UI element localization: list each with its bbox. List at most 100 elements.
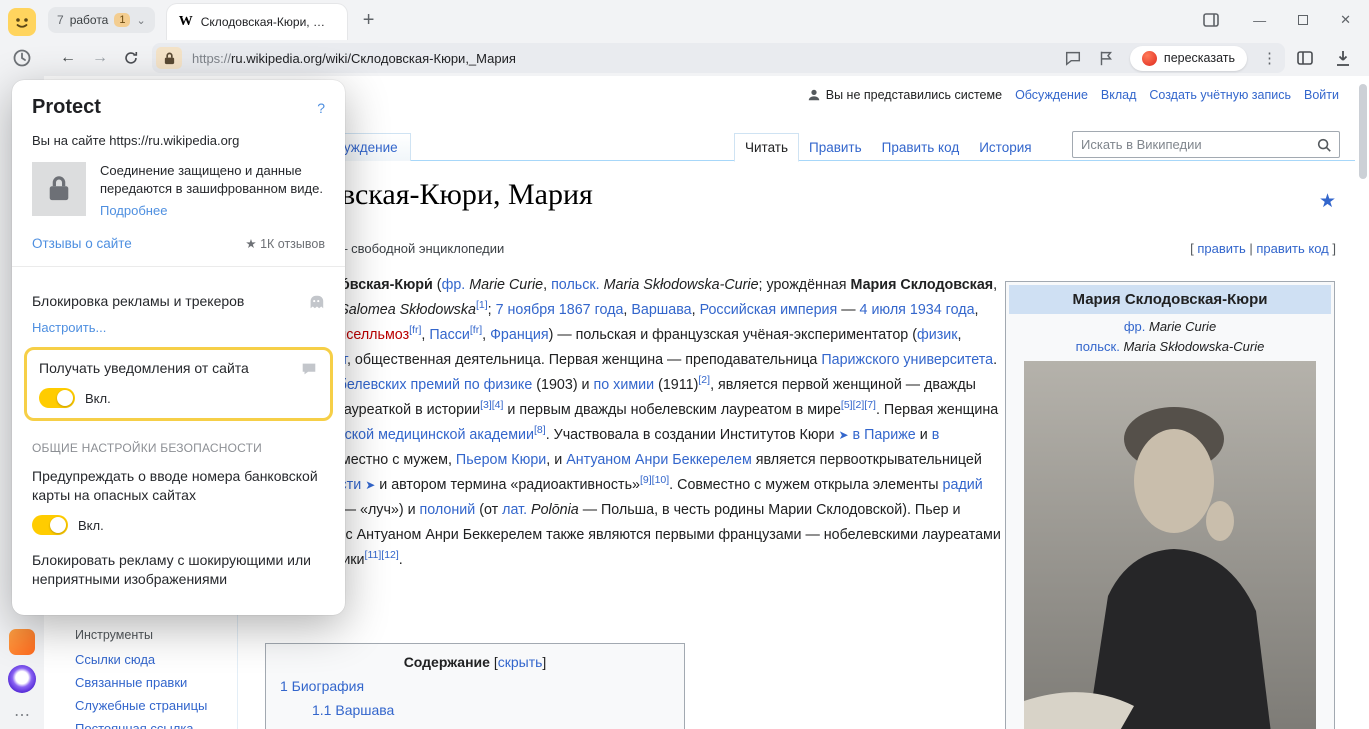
bank-warning-toggle[interactable]	[32, 515, 68, 535]
infobox-name-french: фр. Marie Curie	[1009, 319, 1331, 334]
chevron-down-icon: ⌄	[136, 14, 145, 27]
clock-icon	[12, 48, 32, 68]
tools-header: Инструменты	[75, 628, 207, 642]
user-status-label: Вы не представились системе	[826, 88, 1002, 102]
personal-link-create-account[interactable]: Создать учётную запись	[1149, 88, 1291, 102]
downloads-icon[interactable]	[1333, 48, 1353, 68]
avatar-smiley-icon	[8, 8, 36, 36]
table-of-contents: Содержание [скрыть] 1 Биография 1.1 Варш…	[265, 643, 685, 729]
protect-site-line: Вы на сайте https://ru.wikipedia.org	[32, 133, 325, 148]
notifications-toggle[interactable]	[39, 388, 75, 408]
infobox-title: Мария Склодовская-Кюри	[1009, 285, 1331, 314]
connection-lock-box	[32, 162, 86, 216]
wiki-search-input[interactable]	[1081, 137, 1316, 152]
side-panel-icon[interactable]	[1201, 10, 1221, 30]
protect-lock-button[interactable]	[156, 47, 182, 69]
user-status: Вы не представились системе	[807, 88, 1002, 102]
tab-group[interactable]: 7 работа 1 ⌄	[48, 7, 155, 33]
toc-item-biography[interactable]: 1 Биография	[280, 678, 684, 694]
lead-paragraph: Мари́я Склодо́вская-Кюри́ (фр. Marie Cur…	[247, 273, 1001, 573]
tab-edit[interactable]: Править	[799, 134, 872, 161]
divider	[12, 266, 345, 267]
toc-hide-link[interactable]: [скрыть]	[494, 654, 546, 670]
scrollbar-thumb[interactable]	[1359, 84, 1367, 179]
url-scheme: https://	[192, 51, 231, 66]
protect-help-link[interactable]: ?	[317, 100, 325, 116]
personal-link-login[interactable]: Войти	[1304, 88, 1339, 102]
wiki-search	[1072, 131, 1340, 158]
tab-read[interactable]: Читать	[734, 133, 799, 162]
speech-bubble-icon	[300, 360, 318, 378]
summarize-label: пересказать	[1164, 51, 1235, 65]
tab-group-badge: 1	[114, 13, 130, 27]
url-actions: пересказать ⋮	[1064, 46, 1277, 71]
page-scrollbar[interactable]	[1358, 78, 1368, 727]
site-reviews-link[interactable]: Отзывы о сайте	[32, 236, 132, 251]
edit-links[interactable]: [ править | править код ]	[1190, 241, 1336, 256]
maximize-button[interactable]	[1298, 15, 1308, 25]
tabs-panel-icon[interactable]	[1295, 48, 1315, 68]
sidebar-link-special-pages[interactable]: Служебные страницы	[75, 698, 207, 713]
active-tab[interactable]: W Склодовская-Кюри, Ма...	[167, 4, 347, 40]
sidebar-link-permanent[interactable]: Постоянная ссылка	[75, 721, 207, 729]
tab-group-name: работа	[70, 13, 109, 27]
minimize-button[interactable]: —	[1253, 13, 1266, 28]
wikipedia-favicon: W	[179, 14, 193, 30]
infobox-name-polish: польск. Maria Skłodowska-Curie	[1009, 339, 1331, 354]
address-bar-row: ← → https://ru.wikipedia.org/wiki/Склодо…	[44, 40, 1369, 76]
bookmark-flag-icon[interactable]	[1097, 49, 1115, 67]
watch-star-icon[interactable]: ★	[1319, 190, 1336, 213]
bank-warning-toggle-state: Вкл.	[78, 518, 104, 533]
close-button[interactable]: ✕	[1340, 12, 1351, 28]
url-path: ru.wikipedia.org/wiki/Склодовская-Кюри,_…	[231, 51, 516, 66]
forward-button[interactable]: →	[92, 49, 108, 67]
personal-link-contributions[interactable]: Вклад	[1101, 88, 1137, 102]
address-bar[interactable]: https://ru.wikipedia.org/wiki/Склодовска…	[152, 43, 1285, 73]
window-controls: — ✕	[1201, 10, 1369, 30]
services-icon[interactable]	[9, 629, 35, 655]
summarize-button[interactable]: пересказать	[1130, 46, 1247, 71]
sidebar-link-related-changes[interactable]: Связанные правки	[75, 675, 207, 690]
infobox: Мария Склодовская-Кюри фр. Marie Curie п…	[1005, 281, 1335, 729]
notifications-toggle-state: Вкл.	[85, 391, 111, 406]
profile-avatar[interactable]	[8, 8, 36, 36]
adblock-configure-link[interactable]: Настроить...	[32, 320, 325, 335]
sidebar-link-whatlinkshere[interactable]: Ссылки сюда	[75, 652, 207, 667]
address-bar-right	[1295, 48, 1369, 68]
back-button[interactable]: ←	[60, 49, 76, 67]
rail-more-icon[interactable]: ⋯	[0, 705, 44, 725]
adblock-label: Блокировка рекламы и трекеров	[32, 293, 244, 309]
search-icon[interactable]	[1316, 137, 1332, 153]
tab-strip: 7 работа 1 ⌄ W Склодовская-Кюри, Ма... +…	[44, 0, 1369, 40]
tab-group-count: 7	[57, 13, 64, 27]
new-tab-button[interactable]: +	[363, 9, 375, 32]
security-settings-header: ОБЩИЕ НАСТРОЙКИ БЕЗОПАСНОСТИ	[32, 441, 325, 455]
summarize-icon	[1142, 51, 1157, 66]
portrait-marie-curie[interactable]	[1024, 361, 1316, 729]
notifications-label: Получать уведомления от сайта	[39, 360, 249, 376]
url-menu-icon[interactable]: ⋮	[1262, 49, 1277, 67]
toc-header: Содержание	[404, 654, 490, 670]
notifications-setting-highlighted: Получать уведомления от сайта Вкл.	[24, 347, 333, 421]
shocking-ads-label: Блокировать рекламу с шокирующими или не…	[32, 551, 325, 589]
alice-assistant-icon[interactable]	[8, 665, 36, 693]
ghost-icon	[307, 293, 325, 311]
reload-button[interactable]	[122, 49, 140, 67]
browser-window: ⋯ 7 работа 1 ⌄ W Склодовская-Кюри, Ма...…	[0, 0, 1369, 729]
tab-title: Склодовская-Кюри, Ма...	[201, 15, 335, 29]
protect-panel: Protect ? Вы на сайте https://ru.wikiped…	[12, 80, 345, 615]
page-view-tabs: Читать Править Править код История	[734, 133, 1042, 161]
bank-warning-label: Предупреждать о вводе номера банковской …	[32, 467, 325, 505]
connection-secure-text: Соединение защищено и данные передаются …	[100, 163, 323, 196]
personal-link-discussion[interactable]: Обсуждение	[1015, 88, 1088, 102]
toc-item-warsaw[interactable]: 1.1 Варшава	[312, 702, 684, 718]
protect-title: Protect	[32, 96, 101, 119]
history-button[interactable]	[12, 48, 32, 73]
tab-edit-source[interactable]: Править код	[872, 134, 970, 161]
tab-history[interactable]: История	[969, 134, 1041, 161]
person-icon	[807, 88, 821, 102]
personal-bar: Вы не представились системе Обсуждение В…	[807, 88, 1339, 102]
comments-icon[interactable]	[1064, 49, 1082, 67]
details-link[interactable]: Подробнее	[100, 202, 167, 220]
lock-icon	[163, 51, 176, 66]
